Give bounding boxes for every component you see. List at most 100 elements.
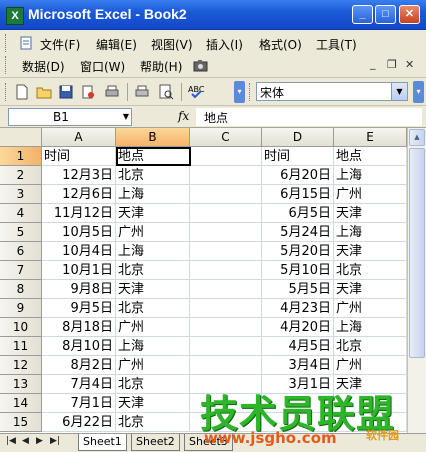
cell-d2[interactable]: 6月20日 (262, 166, 334, 185)
maximize-button[interactable]: □ (375, 5, 396, 24)
chevron-down-icon[interactable]: ▼ (391, 83, 407, 100)
cell-e12[interactable]: 广州 (334, 356, 407, 375)
menu-grip-2[interactable] (5, 56, 9, 74)
select-all-corner[interactable] (0, 128, 42, 147)
cell-d5[interactable]: 5月24日 (262, 223, 334, 242)
toolbar-grip-2[interactable] (249, 83, 253, 101)
camera-icon[interactable] (193, 59, 208, 72)
cell-e7[interactable]: 北京 (334, 261, 407, 280)
cell-c3[interactable] (190, 185, 262, 204)
cell-a3[interactable]: 12月6日 (42, 185, 116, 204)
font-name-select[interactable]: 宋体 ▼ (256, 82, 408, 101)
next-sheet-icon[interactable]: ▶ (36, 436, 43, 446)
cell-e10[interactable]: 上海 (334, 318, 407, 337)
sheet-tab-sheet2[interactable]: Sheet2 (131, 434, 180, 451)
row-header-6[interactable]: 6 (0, 242, 42, 261)
scrollbar-thumb[interactable] (409, 148, 425, 358)
row-header-10[interactable]: 10 (0, 318, 42, 337)
column-header-b[interactable]: B (116, 128, 190, 147)
column-header-d[interactable]: D (262, 128, 334, 147)
cell-a1[interactable]: 时间 (42, 147, 116, 166)
name-box[interactable]: B1 ▼ (8, 108, 132, 126)
row-header-3[interactable]: 3 (0, 185, 42, 204)
prev-sheet-icon[interactable]: ◀ (22, 436, 29, 446)
menu-grip[interactable] (5, 34, 9, 52)
cell-c9[interactable] (190, 299, 262, 318)
cell-a10[interactable]: 8月18日 (42, 318, 116, 337)
mdi-minimize-button[interactable]: _ (370, 57, 376, 70)
permission-icon[interactable] (80, 84, 96, 100)
cell-b14[interactable]: 天津 (116, 394, 190, 413)
cell-c4[interactable] (190, 204, 262, 223)
row-header-13[interactable]: 13 (0, 375, 42, 394)
scroll-up-arrow-icon[interactable]: ▲ (409, 129, 425, 146)
menu-help[interactable]: 帮助(H) (140, 58, 182, 75)
column-header-c[interactable]: C (190, 128, 262, 147)
row-header-4[interactable]: 4 (0, 204, 42, 223)
row-header-14[interactable]: 14 (0, 394, 42, 413)
cell-a15[interactable]: 6月22日 (42, 413, 116, 432)
cell-b11[interactable]: 上海 (116, 337, 190, 356)
minimize-button[interactable]: _ (352, 5, 373, 24)
insert-function-icon[interactable]: fx (178, 109, 189, 123)
column-header-a[interactable]: A (42, 128, 116, 147)
cell-e5[interactable]: 上海 (334, 223, 407, 242)
cell-b5[interactable]: 广州 (116, 223, 190, 242)
menu-tools[interactable]: 工具(T) (316, 36, 357, 53)
cell-d4[interactable]: 6月5日 (262, 204, 334, 223)
cell-d1[interactable]: 时间 (262, 147, 334, 166)
toolbar-options-icon-2[interactable]: ▾ (413, 81, 424, 103)
cell-c8[interactable] (190, 280, 262, 299)
row-header-2[interactable]: 2 (0, 166, 42, 185)
cell-b15[interactable]: 北京 (116, 413, 190, 432)
cell-d6[interactable]: 5月20日 (262, 242, 334, 261)
menu-insert[interactable]: 插入(I) (206, 36, 243, 53)
print-icon[interactable] (104, 84, 120, 100)
menu-format[interactable]: 格式(O) (259, 36, 302, 53)
cell-c1[interactable] (190, 147, 262, 166)
cell-d10[interactable]: 4月20日 (262, 318, 334, 337)
cell-e9[interactable]: 广州 (334, 299, 407, 318)
last-sheet-icon[interactable]: ▶| (50, 436, 60, 446)
menu-view[interactable]: 视图(V) (151, 36, 193, 53)
cell-a9[interactable]: 9月5日 (42, 299, 116, 318)
mdi-close-button[interactable]: ✕ (405, 58, 414, 71)
cell-e8[interactable]: 天津 (334, 280, 407, 299)
cell-e4[interactable]: 天津 (334, 204, 407, 223)
cell-d7[interactable]: 5月10日 (262, 261, 334, 280)
cell-b12[interactable]: 广州 (116, 356, 190, 375)
first-sheet-icon[interactable]: |◀ (6, 436, 16, 446)
cell-c12[interactable] (190, 356, 262, 375)
chevron-down-icon[interactable]: ▼ (123, 112, 129, 121)
row-header-15[interactable]: 15 (0, 413, 42, 432)
new-icon[interactable] (14, 84, 30, 100)
cell-a5[interactable]: 10月5日 (42, 223, 116, 242)
cell-b6[interactable]: 上海 (116, 242, 190, 261)
cell-b9[interactable]: 北京 (116, 299, 190, 318)
cell-a4[interactable]: 11月12日 (42, 204, 116, 223)
cell-a6[interactable]: 10月4日 (42, 242, 116, 261)
menu-edit[interactable]: 编辑(E) (96, 36, 137, 53)
spelling-icon[interactable]: ABC (188, 84, 205, 100)
cell-d11[interactable]: 4月5日 (262, 337, 334, 356)
formula-input[interactable]: 地点 (196, 108, 422, 126)
cell-a11[interactable]: 8月10日 (42, 337, 116, 356)
cell-b13[interactable]: 北京 (116, 375, 190, 394)
cell-e1[interactable]: 地点 (334, 147, 407, 166)
cell-b10[interactable]: 广州 (116, 318, 190, 337)
cell-c2[interactable] (190, 166, 262, 185)
column-header-e[interactable]: E (334, 128, 407, 147)
row-header-1[interactable]: 1 (0, 147, 42, 166)
cell-e2[interactable]: 上海 (334, 166, 407, 185)
cell-e6[interactable]: 天津 (334, 242, 407, 261)
magnifier-icon[interactable] (158, 84, 174, 100)
save-icon[interactable] (58, 84, 74, 100)
menu-window[interactable]: 窗口(W) (80, 58, 125, 75)
cell-c10[interactable] (190, 318, 262, 337)
cell-a13[interactable]: 7月4日 (42, 375, 116, 394)
cell-c7[interactable] (190, 261, 262, 280)
cell-a12[interactable]: 8月2日 (42, 356, 116, 375)
excel-app-icon[interactable]: X (6, 7, 24, 25)
cell-d3[interactable]: 6月15日 (262, 185, 334, 204)
menu-data[interactable]: 数据(D) (22, 58, 65, 75)
